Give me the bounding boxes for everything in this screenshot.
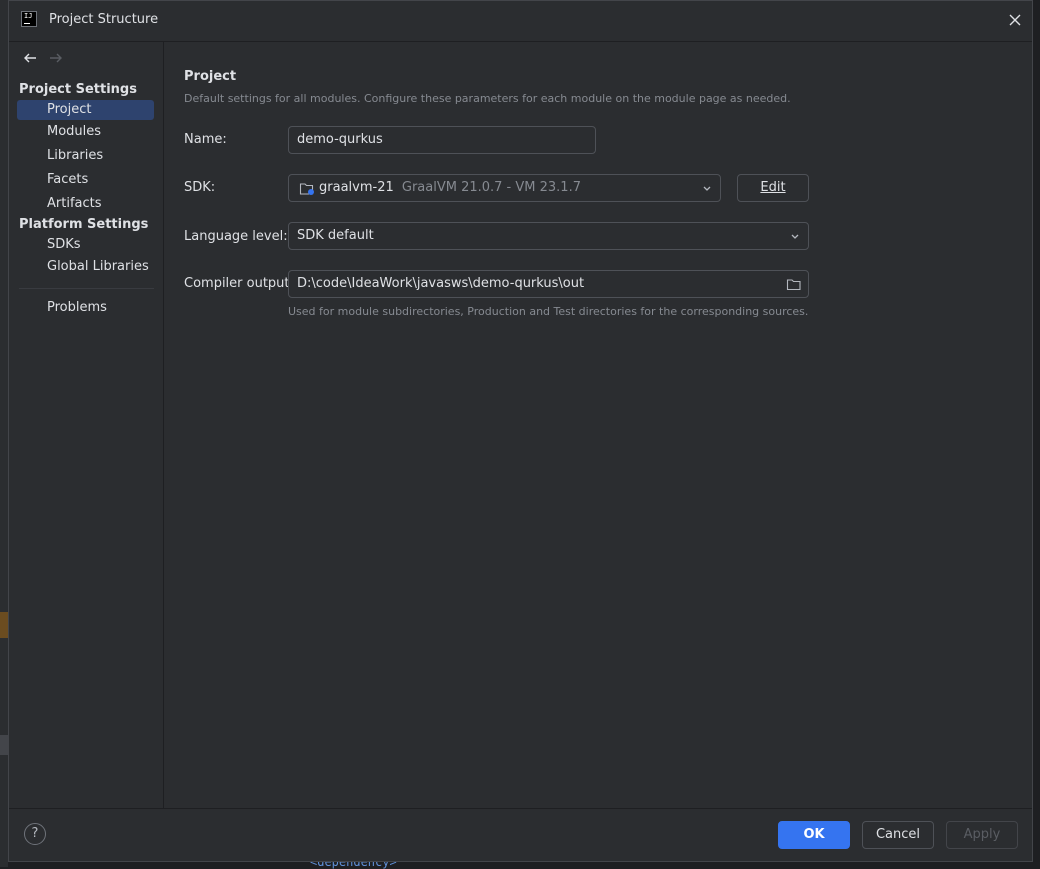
folder-browse-icon[interactable] [786,277,802,292]
sidebar: Project Settings Project Modules Librari… [9,42,164,809]
language-level-label: Language level: [184,229,288,244]
name-field[interactable]: demo-qurkus [288,126,596,154]
sidebar-item-problems[interactable]: Problems [17,298,154,318]
sidebar-item-facets[interactable]: Facets [17,170,154,190]
language-level-dropdown[interactable]: SDK default [288,222,809,250]
compiler-output-hint: Used for module subdirectories, Producti… [288,305,809,318]
panel-description: Default settings for all modules. Config… [184,92,791,105]
background-selection [0,735,8,755]
sidebar-item-project[interactable]: Project [17,100,154,120]
project-settings-header: Project Settings [19,82,137,97]
apply-button[interactable]: Apply [946,821,1018,849]
compiler-output-value: D:\code\IdeaWork\javasws\demo-qurkus\out [297,276,585,291]
sidebar-item-modules[interactable]: Modules [17,122,154,142]
compiler-output-label: Compiler output: [184,276,294,291]
sdk-dropdown[interactable]: graalvm-21 GraalVM 21.0.7 - VM 23.1.7 [288,174,721,202]
sidebar-item-global-libraries[interactable]: Global Libraries [17,257,154,277]
chevron-down-icon [791,234,799,239]
title-bar: Project Structure [9,1,1032,42]
panel-title: Project [184,69,237,84]
sidebar-item-libraries[interactable]: Libraries [17,146,154,166]
sdk-folder-icon [299,183,314,195]
sdk-label: SDK: [184,180,216,195]
project-structure-dialog: Project Structure Project Settings Proje… [8,0,1033,862]
sdk-name: graalvm-21 [319,180,394,195]
ok-button[interactable]: OK [778,821,850,849]
dialog-title: Project Structure [49,12,159,27]
sidebar-divider [19,288,154,289]
back-arrow-icon[interactable] [21,49,39,67]
edit-button-label: Edit [760,180,786,195]
dialog-footer: ? OK Cancel Apply [9,808,1032,861]
sidebar-item-artifacts[interactable]: Artifacts [17,194,154,214]
project-settings-panel: Project Default settings for all modules… [164,42,1032,809]
language-level-value: SDK default [297,228,374,243]
background-highlight [0,612,8,638]
name-label: Name: [184,132,227,147]
compiler-output-field[interactable]: D:\code\IdeaWork\javasws\demo-qurkus\out [288,270,809,298]
help-icon[interactable]: ? [24,823,46,845]
intellij-icon [21,11,37,27]
cancel-button[interactable]: Cancel [862,821,934,849]
forward-arrow-icon[interactable] [47,49,65,67]
chevron-down-icon [703,186,711,191]
edit-sdk-button[interactable]: Edit [737,174,809,202]
platform-settings-header: Platform Settings [19,217,149,232]
sidebar-item-sdks[interactable]: SDKs [17,235,154,255]
sdk-version: GraalVM 21.0.7 - VM 23.1.7 [401,180,581,195]
close-icon[interactable] [1004,9,1026,31]
